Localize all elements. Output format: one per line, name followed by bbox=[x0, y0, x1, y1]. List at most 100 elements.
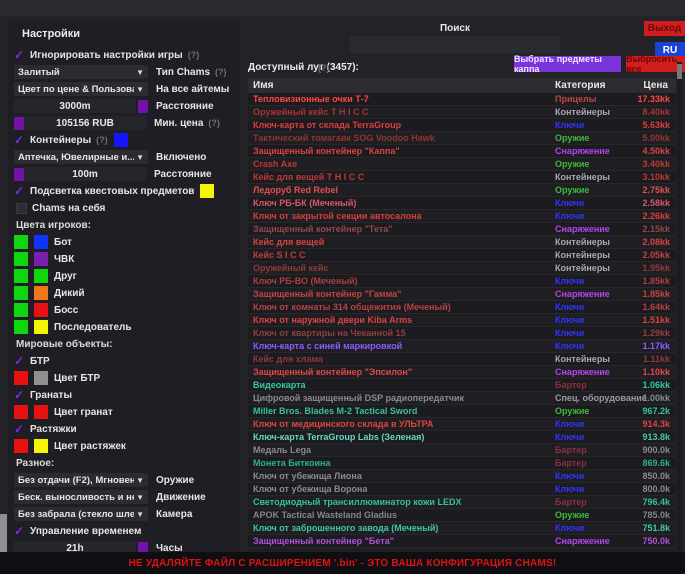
color-swatch-secondary[interactable] bbox=[34, 303, 48, 317]
settings-scrollbar-thumb[interactable] bbox=[0, 514, 7, 552]
dropdown[interactable]: Аптечка, Ювелирные и...▼ bbox=[14, 150, 148, 164]
table-row[interactable]: Crash AxeОружие3.40kk bbox=[248, 158, 676, 171]
item-category: Контейнеры bbox=[555, 237, 610, 247]
color-swatch-primary[interactable] bbox=[14, 371, 28, 385]
table-row[interactable]: Защищенный контейнер "Каппа"Снаряжение4.… bbox=[248, 145, 676, 158]
color-swatch[interactable] bbox=[14, 168, 24, 181]
table-row[interactable]: Ключ от комнаты 314 общежития (Меченый)К… bbox=[248, 301, 676, 314]
table-row[interactable]: Ледоруб Red RebelОружие2.75kk bbox=[248, 184, 676, 197]
table-row[interactable]: Miller Bros. Blades M-2 Tactical SwordОр… bbox=[248, 405, 676, 418]
value-input[interactable]: 3000m bbox=[14, 99, 136, 113]
loot-help-icon[interactable]: (?) bbox=[318, 63, 330, 73]
color-swatch-secondary[interactable] bbox=[34, 405, 48, 419]
help-icon[interactable]: (?) bbox=[188, 50, 200, 60]
color-swatch-primary[interactable] bbox=[14, 235, 28, 249]
column-header-name[interactable]: Имя bbox=[253, 80, 273, 91]
color-swatch[interactable] bbox=[114, 133, 128, 147]
checkbox-checked-icon[interactable]: ✓ bbox=[14, 354, 30, 368]
table-row[interactable]: Ключ от медицинского склада в УЛЬТРАКлюч… bbox=[248, 418, 676, 431]
checkbox-checked-icon[interactable]: ✓ bbox=[14, 422, 30, 436]
table-row[interactable]: Ключ от убежища ВоронаКлючи800.0k bbox=[248, 483, 676, 496]
checkbox-checked-icon[interactable]: ✓ bbox=[14, 184, 30, 198]
table-row[interactable]: APOK Tactical Wasteland GladiusОружие785… bbox=[248, 509, 676, 522]
settings-row: ✓Контейнеры(?) bbox=[14, 133, 233, 147]
dropdown-label: Включено bbox=[156, 152, 206, 163]
color-swatch-secondary[interactable] bbox=[34, 286, 48, 300]
table-row[interactable]: Ключ от закрытой секции автосалонаКлючи2… bbox=[248, 210, 676, 223]
dropdown[interactable]: Беск. выносливость и нет уста▼ bbox=[14, 490, 148, 504]
column-header-price[interactable]: Цена bbox=[643, 80, 668, 91]
table-row[interactable]: Тепловизионные очки Т-7Прицелы17.33kk bbox=[248, 93, 676, 106]
help-icon[interactable]: (?) bbox=[215, 67, 227, 77]
table-row[interactable]: Ключ РБ-БК (Меченый)Ключи2.58kk bbox=[248, 197, 676, 210]
checkbox-checked-icon[interactable]: ✓ bbox=[14, 133, 30, 147]
color-swatch-primary[interactable] bbox=[14, 320, 28, 334]
loot-scrollbar-track[interactable] bbox=[677, 62, 682, 552]
table-row[interactable]: Защищенный контейнер "Гамма"Снаряжение1.… bbox=[248, 288, 676, 301]
exit-button[interactable]: Выход bbox=[644, 21, 685, 36]
table-row[interactable]: Тактический томагавк SOG Voodoo HawkОруж… bbox=[248, 132, 676, 145]
table-row[interactable]: Медаль LegaБартер900.0k bbox=[248, 444, 676, 457]
color-swatch-secondary[interactable] bbox=[34, 439, 48, 453]
color-swatch[interactable] bbox=[138, 542, 148, 553]
color-swatch-secondary[interactable] bbox=[34, 252, 48, 266]
title-bar[interactable] bbox=[0, 0, 685, 16]
table-row[interactable]: Монета БиткоинаБартер869.6k bbox=[248, 457, 676, 470]
checkbox-checked-icon[interactable]: ✓ bbox=[14, 48, 30, 62]
table-row[interactable]: Ключ-карта TerraGroup Labs (Зеленая)Ключ… bbox=[248, 431, 676, 444]
dropdown[interactable]: Залитый▼ bbox=[14, 65, 148, 79]
checkbox-checked-icon[interactable]: ✓ bbox=[14, 388, 30, 402]
help-icon[interactable]: (?) bbox=[96, 135, 108, 145]
search-input[interactable] bbox=[350, 36, 560, 53]
item-name: Тактический томагавк SOG Voodoo Hawk bbox=[253, 133, 435, 143]
table-row[interactable]: Защищенный контейнер "Бета"Снаряжение750… bbox=[248, 535, 676, 548]
item-name: Оружейный кейс bbox=[253, 263, 329, 273]
value-input[interactable]: 105156 RUB bbox=[24, 116, 146, 130]
color-swatch-primary[interactable] bbox=[14, 303, 28, 317]
checkbox-unchecked[interactable] bbox=[16, 203, 27, 214]
table-row[interactable]: Ключ от заброшенного завода (Меченый)Клю… bbox=[248, 522, 676, 535]
loot-scrollbar-thumb[interactable] bbox=[677, 64, 682, 79]
dropdown[interactable]: Цвет по цене & Пользователь▼ bbox=[14, 82, 148, 96]
table-row[interactable]: Ключ-карта от склада TerraGroupКлючи5.63… bbox=[248, 119, 676, 132]
color-swatch-secondary[interactable] bbox=[34, 235, 48, 249]
value-input[interactable]: 21h bbox=[14, 541, 136, 552]
color-swatch-secondary[interactable] bbox=[34, 371, 48, 385]
color-swatch[interactable] bbox=[200, 184, 214, 198]
table-row[interactable]: Цифровой защищенный DSP радиопередатчикС… bbox=[248, 392, 676, 405]
color-swatch-primary[interactable] bbox=[14, 286, 28, 300]
color-swatch[interactable] bbox=[14, 117, 24, 130]
table-row[interactable]: Защищенный контейнер "Тета"Снаряжение2.1… bbox=[248, 223, 676, 236]
table-row[interactable]: Кейс для вещей T H I C CКонтейнеры3.10kk bbox=[248, 171, 676, 184]
checkbox-label: БТР bbox=[30, 356, 50, 367]
color-swatch-secondary[interactable] bbox=[34, 269, 48, 283]
value-input[interactable]: 100m bbox=[24, 167, 146, 181]
table-row[interactable]: Кейс S I C CКонтейнеры2.05kk bbox=[248, 249, 676, 262]
table-row[interactable]: Защищенный контейнер "Эпсилон"Снаряжение… bbox=[248, 366, 676, 379]
color-swatch-primary[interactable] bbox=[14, 439, 28, 453]
table-row[interactable]: Ключ-карта с синей маркировкойКлючи1.17k… bbox=[248, 340, 676, 353]
dropdown[interactable]: Без забрала (стекло шлема)▼ bbox=[14, 507, 148, 521]
table-row[interactable]: Ключ РБ-ВО (Меченый)Ключи1.85kk bbox=[248, 275, 676, 288]
table-row[interactable]: Ключ от наружной двери Kiba ArmsКлючи1.5… bbox=[248, 314, 676, 327]
table-row[interactable]: Ключ от квартиры на Чеканной 15Ключи1.29… bbox=[248, 327, 676, 340]
item-category: Оружие bbox=[555, 406, 589, 416]
table-row[interactable]: Кейс для вещейКонтейнеры2.08kk bbox=[248, 236, 676, 249]
checkbox-checked-icon[interactable]: ✓ bbox=[14, 524, 30, 538]
color-swatch-primary[interactable] bbox=[14, 405, 28, 419]
color-swatch-primary[interactable] bbox=[14, 252, 28, 266]
color-swatch[interactable] bbox=[138, 100, 148, 113]
table-row[interactable]: Ключ от убежища ЛионаКлючи850.0k bbox=[248, 470, 676, 483]
table-row[interactable]: Оружейный кейс T H I C CКонтейнеры8.40kk bbox=[248, 106, 676, 119]
table-row[interactable]: ВидеокартаБартер1.06kk bbox=[248, 379, 676, 392]
column-header-category[interactable]: Категория bbox=[555, 80, 605, 91]
select-kappa-items-button[interactable]: Выбрать предметы каппа bbox=[514, 56, 621, 72]
table-row[interactable]: Оружейный кейсКонтейнеры1.95kk bbox=[248, 262, 676, 275]
table-row[interactable]: Кейс для хламаКонтейнеры1.11kk bbox=[248, 353, 676, 366]
dropdown[interactable]: Без отдачи (F2), Мгновенное п▼ bbox=[14, 473, 148, 487]
color-swatch-secondary[interactable] bbox=[34, 320, 48, 334]
item-price: 2.75kk bbox=[642, 185, 670, 195]
help-icon[interactable]: (?) bbox=[208, 118, 220, 128]
table-row[interactable]: Светодиодный трансиллюминатор кожи LEDXБ… bbox=[248, 496, 676, 509]
color-swatch-primary[interactable] bbox=[14, 269, 28, 283]
